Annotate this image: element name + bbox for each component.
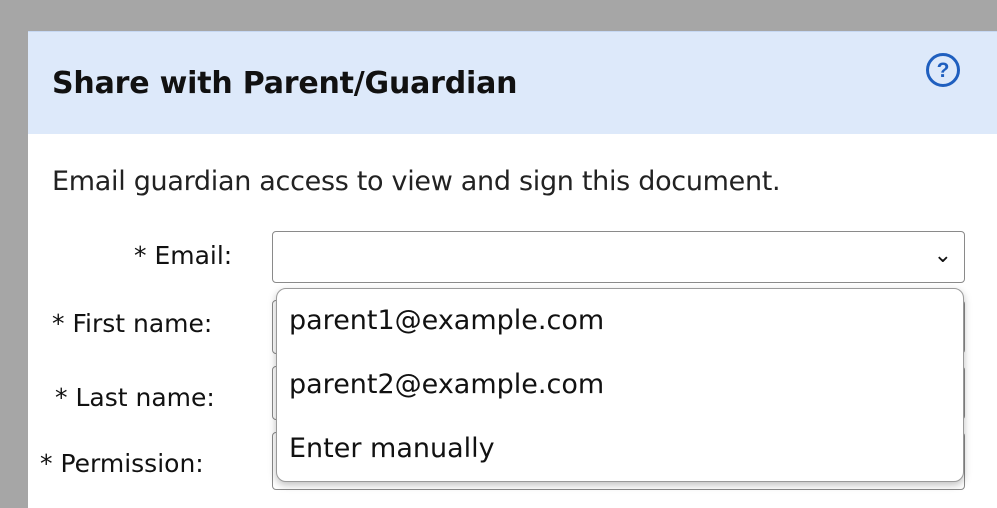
email-label: * Email: xyxy=(134,241,233,270)
dialog-title: Share with Parent/Guardian xyxy=(52,66,518,101)
dialog-description: Email guardian access to view and sign t… xyxy=(52,166,781,197)
dropdown-option-enter-manually[interactable]: Enter manually xyxy=(277,417,963,481)
dropdown-option-parent1[interactable]: parent1@example.com xyxy=(277,289,963,353)
chevron-down-icon: ⌄ xyxy=(933,243,952,268)
email-select[interactable]: ⌄ xyxy=(272,231,965,283)
dropdown-option-parent2[interactable]: parent2@example.com xyxy=(277,353,963,417)
email-dropdown-list: parent1@example.com parent2@example.com … xyxy=(276,288,964,482)
help-icon[interactable]: ? xyxy=(926,53,960,87)
first-name-label: * First name: xyxy=(52,309,213,338)
last-name-label: * Last name: xyxy=(55,383,215,412)
permission-label: * Permission: xyxy=(40,449,204,478)
